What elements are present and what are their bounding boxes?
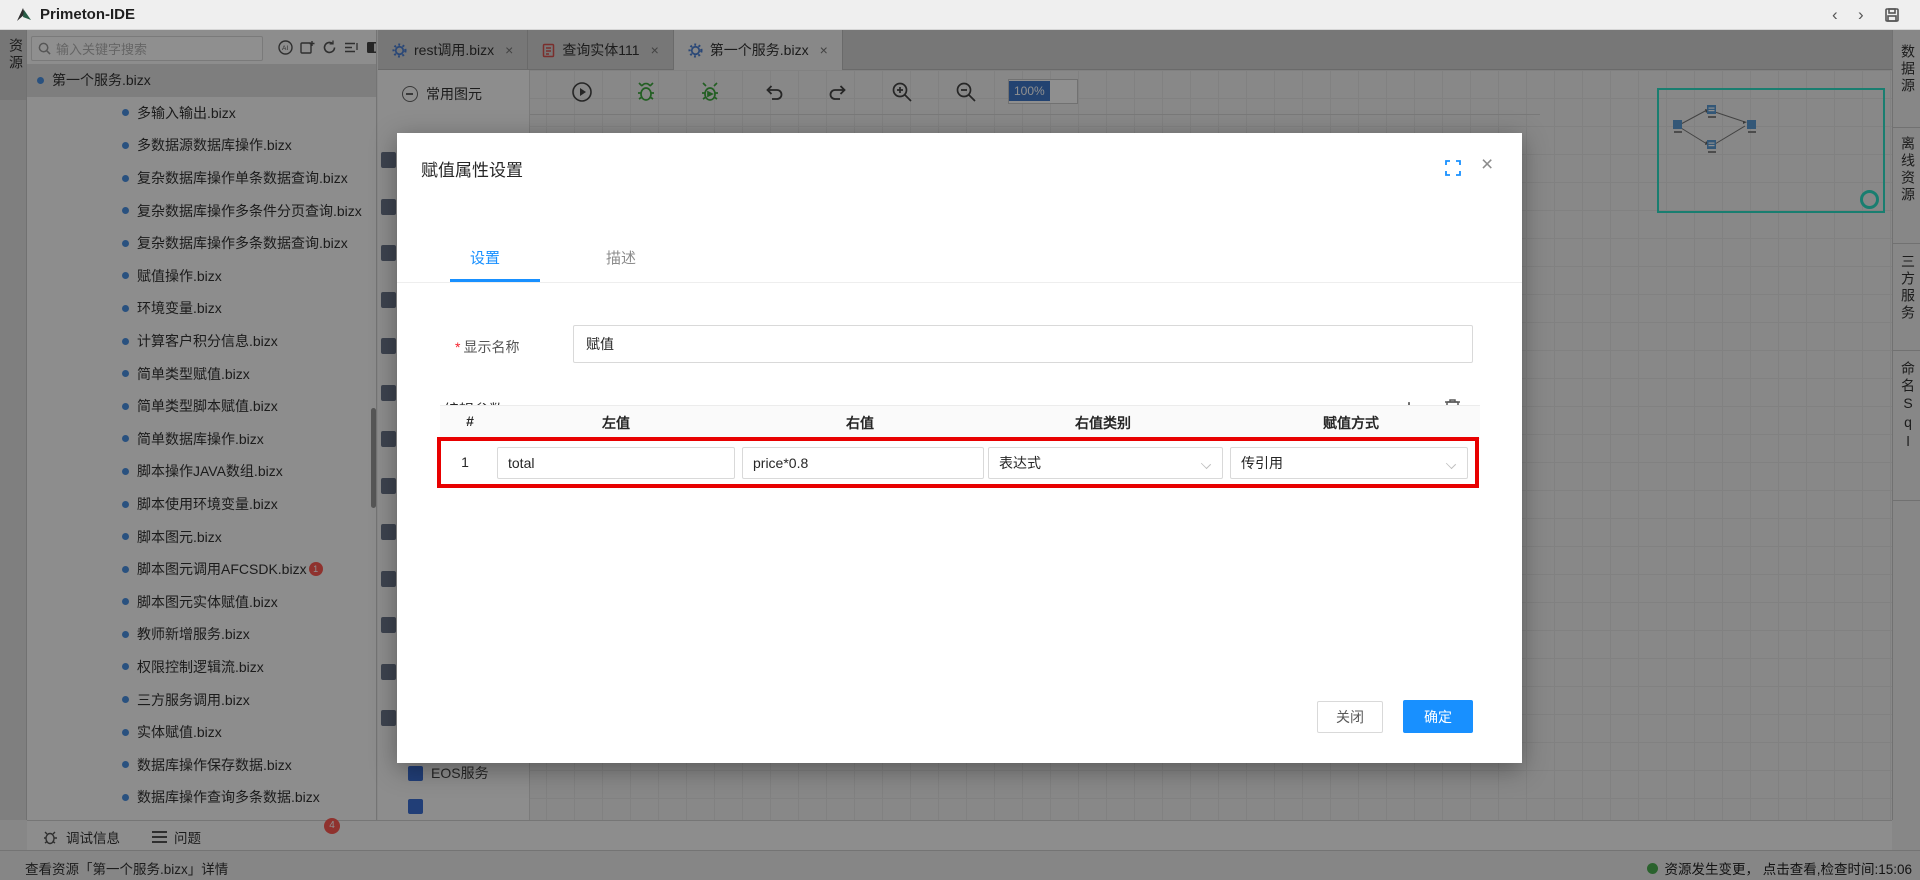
- display-name-label: *显示名称: [455, 337, 519, 357]
- left-value-input[interactable]: [497, 447, 735, 479]
- title-bar: Primeton-IDE ‹ ›: [0, 0, 1920, 30]
- col-right-value-type: 右值类别: [1075, 413, 1131, 433]
- right-value-input[interactable]: [742, 447, 984, 479]
- row-index: 1: [461, 454, 469, 470]
- fullscreen-icon[interactable]: [1445, 160, 1461, 176]
- close-button[interactable]: 关闭: [1317, 701, 1383, 733]
- required-asterisk: *: [455, 339, 460, 355]
- col-index: #: [466, 413, 474, 429]
- save-icon[interactable]: [1884, 7, 1900, 23]
- params-table-row: 1 表达式 传引用: [440, 439, 1480, 486]
- confirm-button[interactable]: 确定: [1403, 700, 1473, 733]
- nav-forward-icon[interactable]: ›: [1858, 5, 1864, 25]
- col-assign-mode: 赋值方式: [1323, 413, 1379, 433]
- right-value-type-select[interactable]: 表达式: [988, 447, 1223, 479]
- dialog-title: 赋值属性设置: [421, 156, 523, 181]
- col-right-value: 右值: [846, 413, 874, 433]
- close-icon[interactable]: ×: [1481, 153, 1493, 177]
- assign-properties-dialog: 赋值属性设置 × 设置 描述 *显示名称 编辑参数 + # 左值 右值 右值类别…: [397, 133, 1522, 763]
- nav-back-icon[interactable]: ‹: [1832, 5, 1838, 25]
- app-title: Primeton-IDE: [40, 6, 135, 23]
- chevron-down-icon: [1446, 459, 1456, 469]
- display-name-input[interactable]: [573, 325, 1473, 363]
- assign-mode-select[interactable]: 传引用: [1230, 447, 1468, 479]
- chevron-down-icon: [1201, 459, 1211, 469]
- dialog-tab-description[interactable]: 描述: [606, 247, 636, 268]
- dialog-tab-settings[interactable]: 设置: [470, 247, 500, 268]
- col-left-value: 左值: [602, 413, 630, 433]
- app-logo-icon: [14, 5, 34, 25]
- params-table-header: # 左值 右值 右值类别 赋值方式: [440, 405, 1480, 439]
